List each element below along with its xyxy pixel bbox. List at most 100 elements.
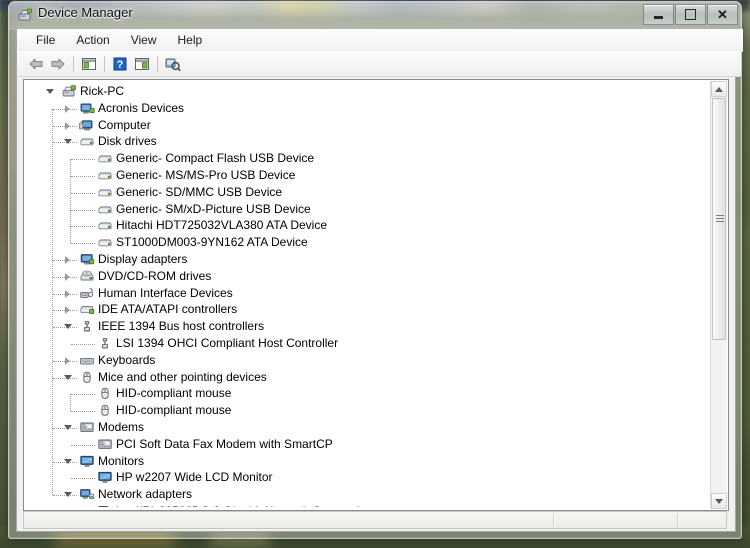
computer-icon [79, 118, 95, 133]
tree-item-label: Rick-PC [80, 84, 124, 98]
title-bar[interactable]: Device Manager ✕ [8, 1, 742, 29]
collapse-arrow-icon[interactable] [64, 425, 72, 430]
tree-item[interactable]: PCI Soft Data Fax Modem with SmartCP [24, 436, 710, 453]
tree-item[interactable]: Hitachi HDT725032VLA380 ATA Device [24, 217, 710, 234]
tree-item[interactable]: IEEE 1394 Bus host controllers [24, 318, 710, 335]
tree-item-label: Acronis Devices [98, 100, 185, 115]
tree-item[interactable]: Generic- MS/MS-Pro USB Device [24, 167, 710, 184]
expand-arrow-icon[interactable] [65, 289, 70, 298]
device-manager-window: Device Manager ✕ File Action View Help ?… [8, 1, 743, 539]
monitor-icon [97, 470, 113, 485]
svg-text:?: ? [117, 59, 124, 71]
collapse-arrow-icon[interactable] [64, 139, 72, 145]
tree-item-label: Computer [98, 117, 151, 132]
tree-item[interactable]: Mice and other pointing devices [24, 369, 710, 386]
back-icon[interactable] [25, 53, 47, 74]
tree-item-label: Generic- SD/MMC USB Device [116, 184, 283, 199]
tree-item-label: DVD/CD-ROM drives [98, 268, 212, 283]
tree-item[interactable]: DVD/CD-ROM drives [24, 268, 710, 285]
expand-arrow-icon[interactable] [65, 272, 70, 281]
vertical-scrollbar[interactable] [710, 81, 727, 509]
tree-connector [71, 478, 95, 480]
tree-item-label: Keyboards [98, 352, 156, 367]
scroll-up-icon [715, 86, 723, 92]
tree-connector [71, 444, 95, 447]
disk-drive-icon [97, 202, 113, 217]
tree-item[interactable]: Generic- SM/xD-Picture USB Device [24, 201, 710, 218]
tree-item[interactable]: Disk drives [24, 133, 710, 150]
tree-item[interactable]: Modems [24, 419, 710, 436]
scroll-up-button[interactable] [711, 81, 727, 97]
tree-item[interactable]: Network adapters [24, 486, 710, 503]
help-icon[interactable]: ? [109, 53, 131, 74]
collapse-arrow-icon[interactable] [64, 324, 72, 330]
scroll-down-button[interactable] [711, 493, 727, 509]
dvd-drive-icon [79, 269, 95, 284]
expand-arrow-icon[interactable] [65, 104, 70, 113]
tree-connector [71, 243, 95, 245]
tree-item[interactable]: ST1000DM003-9YN162 ATA Device [24, 234, 710, 251]
minimize-button[interactable] [643, 4, 674, 25]
expand-arrow-icon[interactable] [65, 306, 70, 315]
tree-item-label: Mice and other pointing devices [98, 369, 267, 384]
tree-item[interactable]: Rick-PC [24, 83, 710, 100]
tree-item[interactable]: Generic- SD/MMC USB Device [24, 184, 710, 201]
forward-icon[interactable] [47, 53, 69, 74]
close-button[interactable]: ✕ [707, 4, 738, 25]
menu-help[interactable]: Help [169, 30, 212, 50]
scroll-down-icon [715, 498, 723, 504]
tree-item[interactable]: Keyboards [24, 352, 710, 369]
expand-arrow-icon[interactable] [65, 256, 70, 264]
collapse-arrow-icon[interactable] [64, 492, 72, 498]
disk-drive-icon [97, 235, 113, 250]
tree-item[interactable]: Computer [24, 117, 710, 134]
tree-item[interactable]: IDE ATA/ATAPI controllers [24, 301, 710, 318]
expand-arrow-icon[interactable] [65, 121, 70, 130]
tree-item[interactable]: Generic- Compact Flash USB Device [24, 150, 710, 167]
device-tree: Rick-PC Acronis Devices Computer Disk drive… [24, 80, 710, 508]
tree-item-label: IDE ATA/ATAPI controllers [98, 302, 238, 317]
tree-item[interactable]: HP w2207 Wide LCD Monitor [24, 469, 710, 486]
tree-item[interactable]: LSI 1394 OHCI Compliant Host Controller [24, 335, 710, 352]
collapse-arrow-icon[interactable] [46, 89, 54, 94]
tree-item[interactable]: Display adapters [24, 251, 710, 268]
tree-item-label: Network adapters [98, 487, 193, 502]
tree-item[interactable]: HID-compliant mouse [24, 402, 710, 419]
ieee1394-icon [97, 336, 113, 351]
ieee1394-icon [79, 319, 95, 334]
toolbar-separator-1 [73, 55, 74, 72]
tree-item[interactable]: Monitors [24, 453, 710, 470]
tree-item-label: PCI Soft Data Fax Modem with SmartCP [116, 436, 333, 451]
device-tree-pane[interactable]: Rick-PC Acronis Devices Computer Disk drive… [23, 79, 729, 511]
tree-item-label: Monitors [98, 453, 145, 468]
scrollbar-grip [716, 215, 724, 223]
tree-item-label: Generic- MS/MS-Pro USB Device [116, 168, 296, 182]
show-console-tree-icon[interactable] [78, 53, 100, 74]
tree-item[interactable]: Acronis Devices [24, 100, 710, 117]
tree-bottom-clip [24, 507, 710, 510]
collapse-arrow-icon[interactable] [64, 458, 72, 464]
modem-icon [97, 437, 113, 452]
expand-arrow-icon[interactable] [65, 356, 70, 365]
scan-hardware-changes-icon[interactable] [162, 53, 184, 74]
tree-item[interactable]: Human Interface Devices [24, 285, 710, 302]
menu-file[interactable]: File [27, 30, 64, 50]
mouse-icon [97, 403, 113, 418]
tree-rail [70, 159, 72, 244]
scrollbar-thumb[interactable] [712, 98, 726, 340]
properties-icon[interactable] [131, 53, 153, 74]
toolbar: ? [17, 51, 741, 77]
disk-drive-icon [97, 151, 113, 166]
maximize-button[interactable] [675, 4, 706, 25]
acronis-device-icon [79, 101, 95, 116]
tree-connector [71, 344, 95, 346]
tree-item-label: HID-compliant mouse [116, 403, 232, 418]
tree-item[interactable]: HID-compliant mouse [24, 385, 710, 402]
tree-item-label: ST1000DM003-9YN162 ATA Device [116, 235, 308, 250]
window-title: Device Manager [38, 5, 133, 20]
menu-view[interactable]: View [122, 30, 166, 50]
collapse-arrow-icon[interactable] [64, 374, 72, 380]
menu-action[interactable]: Action [67, 30, 118, 50]
tree-item-label: LSI 1394 OHCI Compliant Host Controller [116, 336, 339, 350]
ide-controller-icon [79, 302, 95, 317]
